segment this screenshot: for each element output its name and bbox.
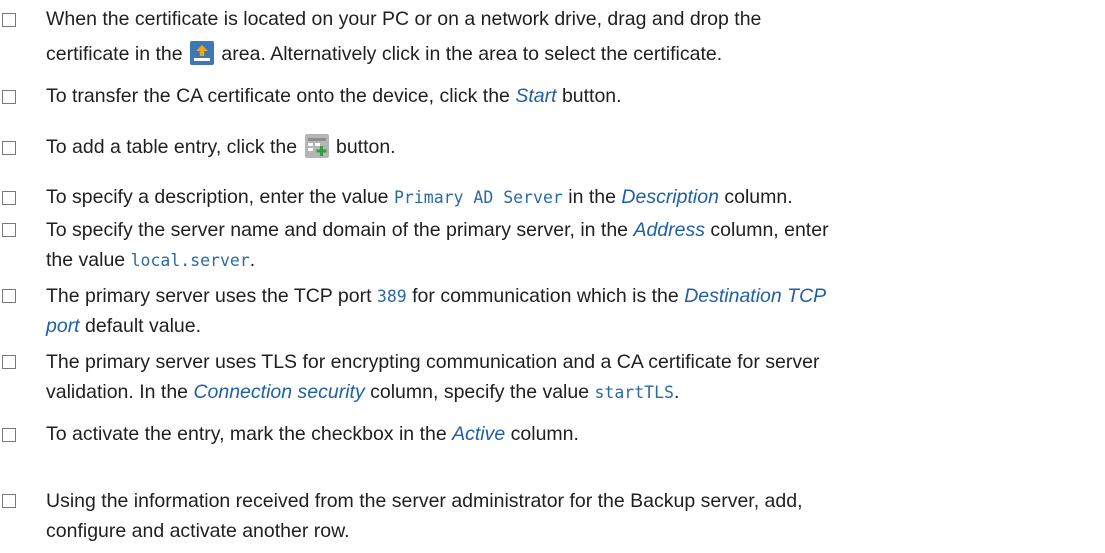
step-text: configure and activate another row. <box>46 520 350 542</box>
step-text: The primary server uses TLS for encrypti… <box>46 351 820 373</box>
step-text: The primary server uses the TCP port <box>46 285 372 307</box>
checkbox-icon <box>2 141 16 155</box>
column-name: Destination TCP <box>684 285 827 307</box>
step-text: When the certificate is located on your … <box>46 8 762 30</box>
column-name: Description <box>621 186 719 208</box>
start-button-reference: Start <box>515 85 557 107</box>
checkbox-icon <box>2 13 16 27</box>
checkbox-icon <box>2 289 16 303</box>
step-text: area. Alternatively click in the area to… <box>221 43 723 65</box>
step-text: validation. In the <box>46 381 189 403</box>
step-text: To specify a description, enter the valu… <box>46 186 389 208</box>
step-text: . <box>249 249 256 271</box>
code-value: Primary AD Server <box>393 188 563 207</box>
step-text: for communication which is the <box>412 285 679 307</box>
step-text: . <box>673 381 680 403</box>
checkbox-icon <box>2 355 16 369</box>
step-text: column, enter <box>710 219 829 241</box>
checkbox-icon <box>2 191 16 205</box>
step-text: Using the information received from the … <box>46 490 803 512</box>
step-text: default value. <box>85 315 202 337</box>
step-text: in the <box>568 186 616 208</box>
column-name: Connection security <box>193 381 365 403</box>
code-value: local.server <box>130 251 250 270</box>
step-text: button. <box>561 85 622 107</box>
step-text: To transfer the CA certificate onto the … <box>46 85 510 107</box>
step-text: column, specify the value <box>370 381 590 403</box>
column-name: Active <box>452 423 506 445</box>
step-text: column. <box>724 186 793 208</box>
checkbox-icon <box>2 223 16 237</box>
column-name: port <box>46 315 80 337</box>
checkbox-icon <box>2 428 16 442</box>
checkbox-icon <box>2 90 16 104</box>
code-value: startTLS <box>594 383 674 402</box>
step-text: column. <box>510 423 579 445</box>
step-text: button. <box>335 136 396 158</box>
step-text: the value <box>46 249 126 271</box>
step-text: To add a table entry, click the <box>46 136 298 158</box>
step-text: To specify the server name and domain of… <box>46 219 629 241</box>
instruction-list: When the certificate is located on your … <box>0 0 1105 553</box>
add-table-row-icon <box>304 134 329 158</box>
step-text: certificate in the <box>46 43 183 65</box>
checkbox-icon <box>2 494 16 508</box>
column-name: Address <box>633 219 705 241</box>
step-text: To activate the entry, mark the checkbox… <box>46 423 447 445</box>
upload-arrow-icon <box>190 41 214 65</box>
code-value: 389 <box>376 287 407 306</box>
